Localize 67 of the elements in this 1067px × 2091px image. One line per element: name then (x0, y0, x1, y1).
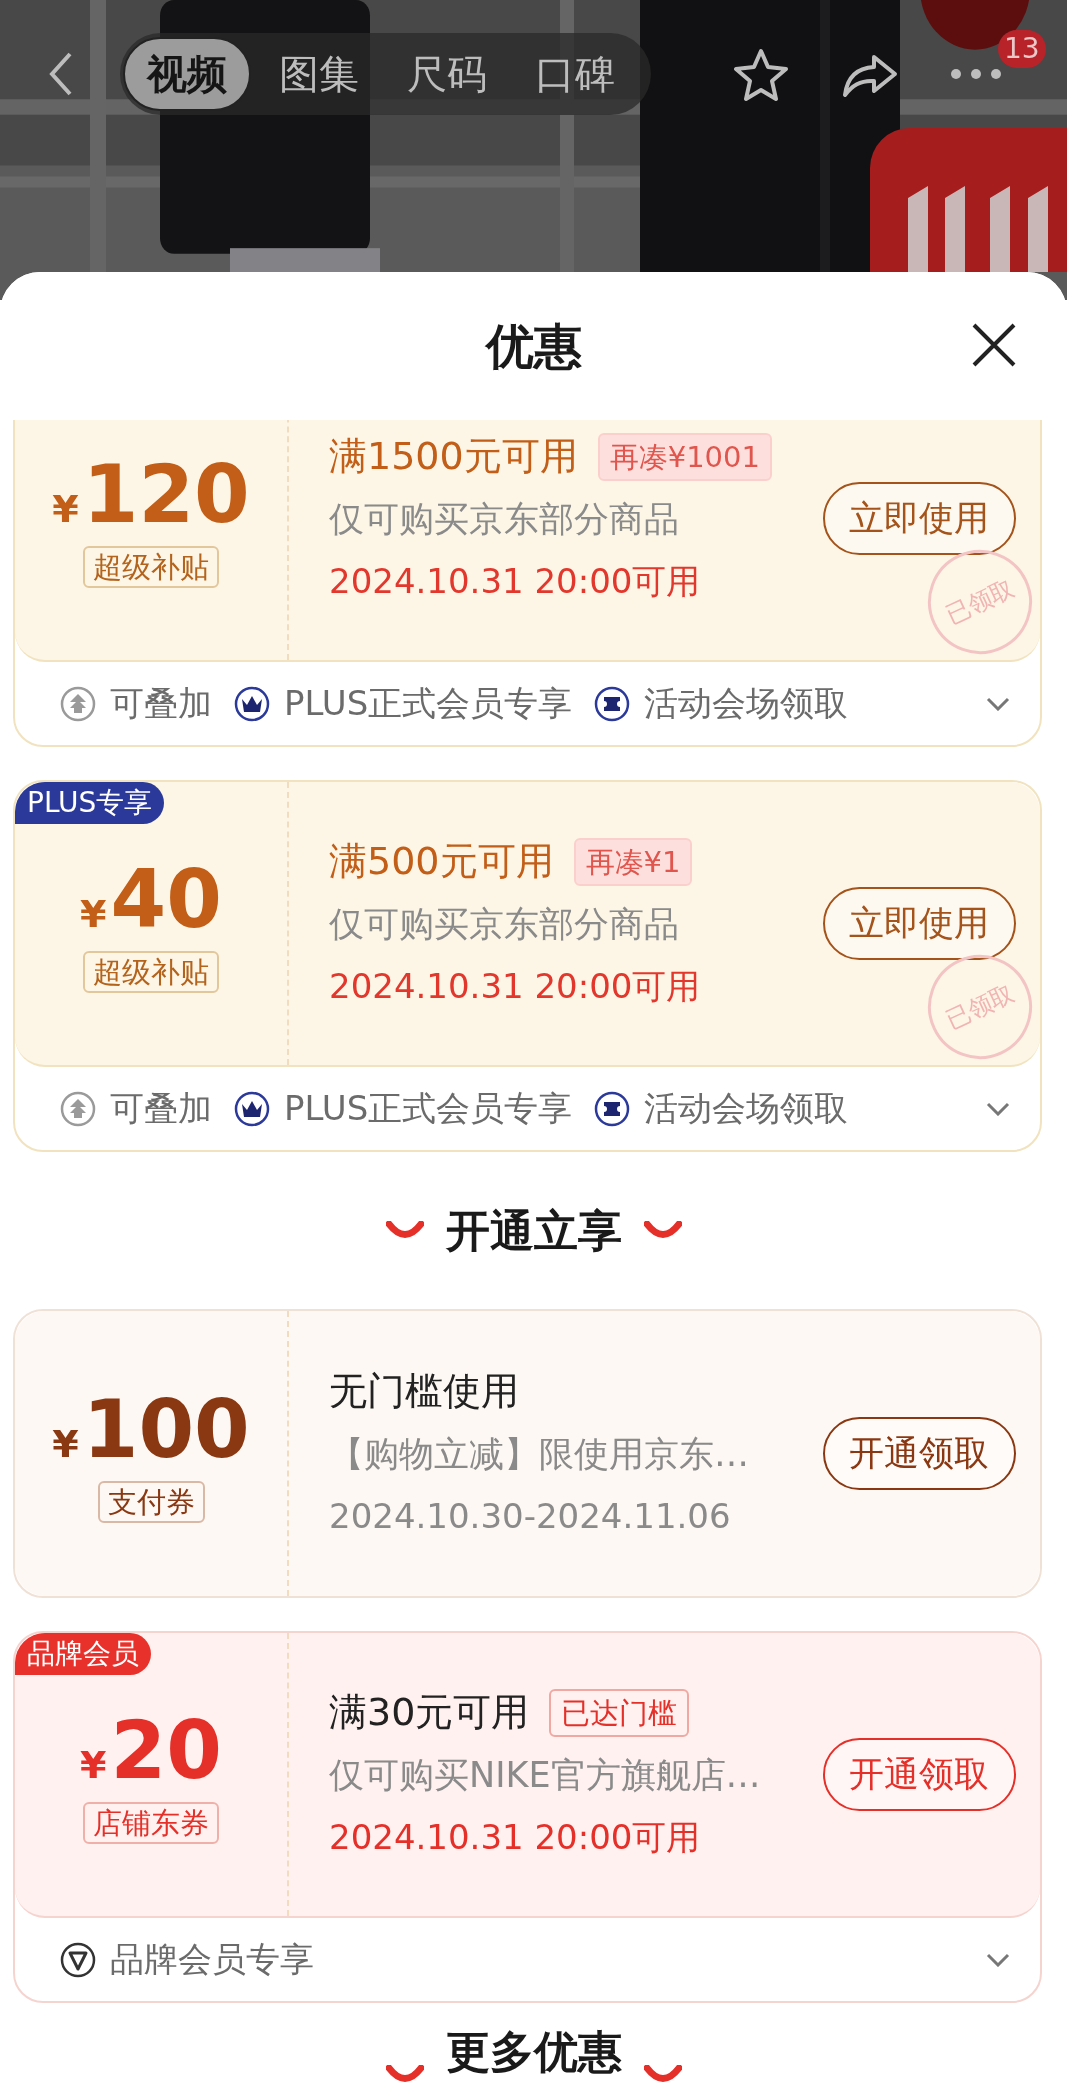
tab[interactable]: 视频 (123, 37, 251, 111)
coupon-feature: 可叠加 (110, 682, 212, 725)
corner-badge: PLUS专享 (15, 782, 165, 824)
threshold-tag: 再凑¥1001 (597, 432, 772, 481)
coupon-validity: 2024.10.31 20:00可用 (329, 964, 702, 1008)
coupon-feature: 可叠加 (110, 1087, 212, 1130)
coupon-action-button[interactable]: 开通领取 (822, 1417, 1016, 1490)
coupon-scope: 仅可购买京东部分商品 (329, 497, 680, 541)
smile-icon (385, 1220, 424, 1241)
smile-icon (643, 2065, 682, 2085)
chevron-icon[interactable] (986, 1952, 1010, 1967)
coupon-type-tag: 超级补贴 (83, 545, 219, 588)
currency-symbol: ¥ (52, 485, 79, 533)
coupon-amount: 120 (82, 449, 250, 540)
close-icon[interactable] (971, 322, 1017, 368)
coupon-scope: 仅可购买NIKE官方旗舰店… (329, 1753, 762, 1797)
coupon-scope: 【购物立减】限使用京东… (329, 1432, 750, 1476)
chevron-icon[interactable] (986, 696, 1010, 711)
back-icon[interactable] (48, 52, 74, 96)
coupon-feature: 品牌会员专享 (110, 1938, 314, 1981)
ticket-icon (594, 685, 631, 722)
coupon-condition: 无门槛使用 (329, 1368, 519, 1415)
coupon-feature: 活动会场领取 (644, 682, 849, 725)
coupon-amount: 100 (82, 1384, 250, 1475)
star-icon[interactable] (733, 48, 789, 102)
chevron-icon[interactable] (986, 1101, 1010, 1116)
more-icon[interactable] (950, 68, 1002, 80)
coupon-amount: 40 (110, 854, 222, 945)
crown-icon (234, 1090, 270, 1127)
coupon-validity: 2024.10.30-2024.11.06 (329, 1494, 732, 1538)
currency-symbol: ¥ (80, 1741, 107, 1789)
coupon-type-tag: 店铺东券 (83, 1801, 219, 1844)
coupon-type-tag: 超级补贴 (83, 950, 219, 993)
coupon-condition: 满1500元可用 (329, 433, 578, 480)
coupon-action-button[interactable]: 立即使用 (822, 482, 1016, 555)
section-heading: 更多优惠 (445, 2025, 622, 2079)
coupon-validity: 2024.10.31 20:00可用 (329, 1815, 702, 1859)
coupon-action-button[interactable]: 开通领取 (822, 1738, 1016, 1811)
promo-icon[interactable] (870, 128, 1067, 272)
coupon-action-button[interactable]: 立即使用 (822, 887, 1016, 960)
tab[interactable]: 图集 (259, 37, 379, 111)
threshold-tag: 已达门槛 (549, 1688, 690, 1737)
coupon-condition: 满500元可用 (329, 838, 554, 885)
threshold-tag: 再凑¥1 (573, 837, 693, 886)
crown-icon (234, 685, 270, 722)
v-mark-icon (60, 1941, 96, 1978)
ticket-icon (594, 1090, 631, 1127)
currency-symbol: ¥ (52, 1420, 79, 1468)
section-heading: 开通立享 (445, 1203, 622, 1258)
coupon-feature: 活动会场领取 (644, 1087, 849, 1130)
smile-icon (385, 2065, 424, 2085)
currency-symbol: ¥ (80, 890, 107, 938)
coupon-condition: 满30元可用 (329, 1689, 530, 1736)
tab[interactable]: 口碑 (515, 37, 635, 111)
smile-icon (643, 1220, 682, 1241)
coupon-amount: 20 (110, 1705, 222, 1796)
coupon-validity: 2024.10.31 20:00可用 (329, 559, 702, 603)
coupon-scope: 仅可购买京东部分商品 (329, 902, 680, 946)
coupon-type-tag: 支付券 (97, 1480, 205, 1523)
layers-icon (60, 685, 96, 722)
layers-icon (60, 1090, 96, 1127)
corner-badge: 品牌会员 (15, 1633, 151, 1675)
share-icon[interactable] (842, 54, 898, 98)
coupon-feature: PLUS正式会员专享 (284, 1087, 573, 1130)
sheet-title: 优惠 (485, 317, 582, 376)
tab[interactable]: 尺码 (387, 37, 507, 111)
coupon-feature: PLUS正式会员专享 (284, 682, 573, 725)
